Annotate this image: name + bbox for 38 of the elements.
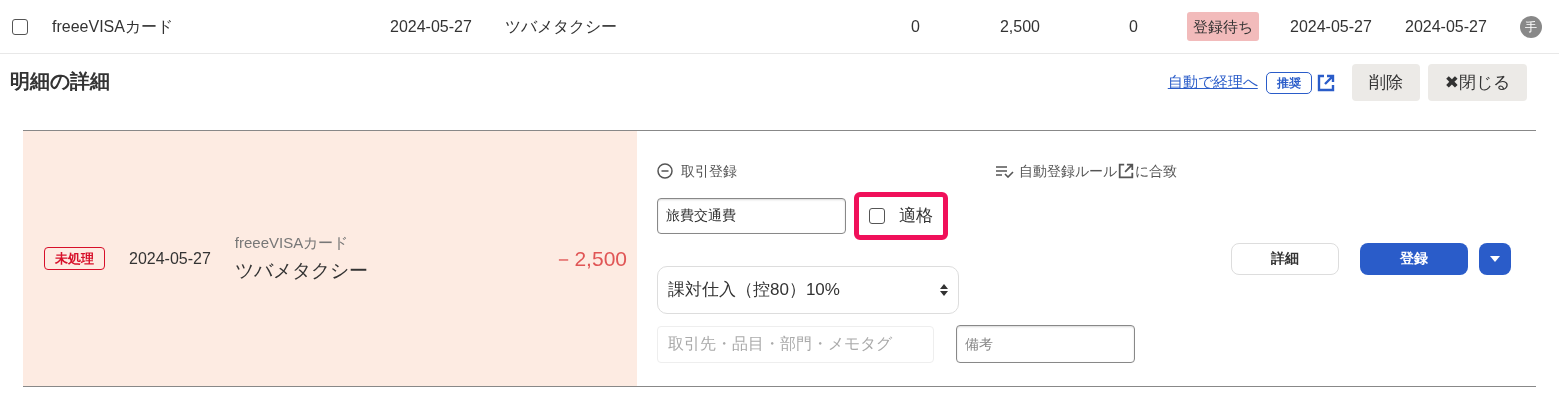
amount-cell-text: 2,500 bbox=[998, 16, 1040, 37]
collapse-icon[interactable] bbox=[657, 163, 673, 179]
collapse-toggle[interactable]: 取引登録 bbox=[657, 160, 737, 182]
date-text: 2024-05-27 bbox=[129, 248, 211, 269]
qualified-checkbox[interactable]: 適格 bbox=[854, 192, 948, 240]
tags-field[interactable]: 取引先・品目・部門・メモタグ bbox=[657, 325, 934, 363]
rule-text: 自動登録ルール bbox=[1019, 161, 1117, 181]
list-check-icon bbox=[995, 164, 1015, 178]
register-button[interactable]: 登録 bbox=[1360, 242, 1468, 275]
section-title: 明細の詳細 bbox=[10, 69, 110, 94]
account-item-field[interactable]: 旅費交通費 bbox=[657, 198, 846, 234]
date-cell-text: 2024-05-27 bbox=[390, 16, 473, 37]
amount-text: －2,500 bbox=[553, 245, 627, 272]
row-checkbox[interactable] bbox=[12, 18, 28, 35]
dropdown-button[interactable] bbox=[1479, 242, 1511, 275]
status-badge: 登録待ち bbox=[1187, 11, 1259, 41]
external-link-icon[interactable] bbox=[1117, 162, 1135, 180]
memo-field[interactable]: 備考 bbox=[956, 325, 1135, 363]
delete-button[interactable]: 削除 bbox=[1351, 64, 1420, 101]
account-text: freeeVISAカード bbox=[234, 233, 350, 253]
close-button[interactable]: ✖閉じる bbox=[1427, 64, 1527, 101]
external-link-icon[interactable] bbox=[1315, 72, 1336, 93]
amount-cell-text: 0 bbox=[910, 16, 920, 37]
caret-icon bbox=[1490, 255, 1500, 262]
tax-select[interactable]: 課対仕入（控80）10% bbox=[657, 266, 959, 314]
rule-text: に合致 bbox=[1135, 161, 1177, 181]
date-cell-text: 2024-05-27 bbox=[1290, 16, 1373, 37]
manual-badge: 手 bbox=[1520, 15, 1542, 38]
auto-link[interactable]: 自動で経理へ bbox=[1167, 71, 1258, 94]
date-cell-text: 2024-05-27 bbox=[1405, 16, 1488, 37]
account-cell-text: freeeVISAカード bbox=[52, 16, 174, 37]
recommend-badge: 推奨 bbox=[1265, 71, 1312, 94]
sort-arrows-icon bbox=[940, 283, 948, 297]
vendor-text: ツバメタクシー bbox=[234, 258, 368, 283]
detail-button[interactable]: 詳細 bbox=[1231, 242, 1339, 275]
vendor-cell-text: ツバメタクシー bbox=[505, 16, 618, 37]
amount-cell-text: 0 bbox=[1128, 16, 1138, 37]
status-badge: 未処理 bbox=[44, 246, 105, 271]
